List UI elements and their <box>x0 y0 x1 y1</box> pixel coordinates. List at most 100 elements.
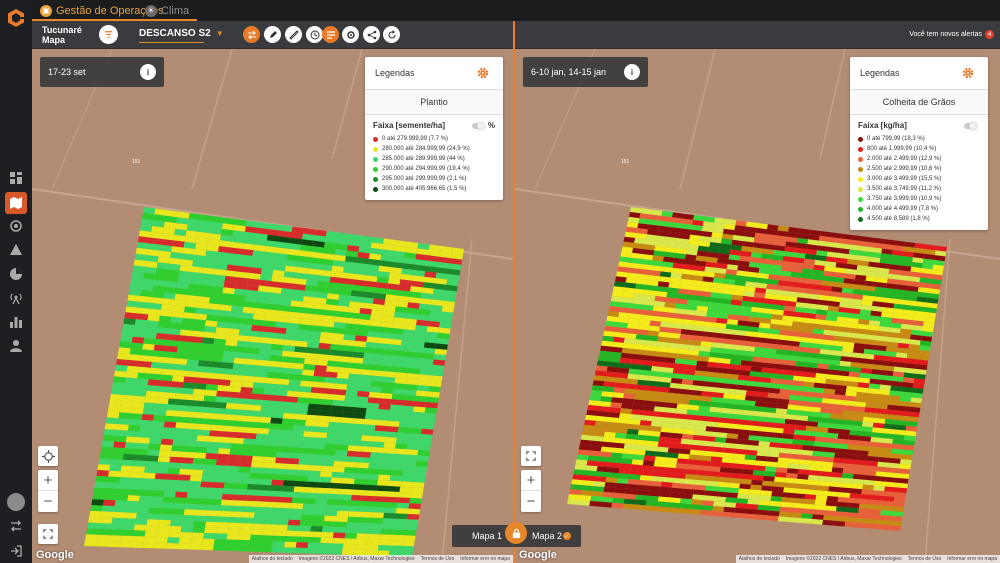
locate-button[interactable] <box>38 446 58 466</box>
warning-icon[interactable] <box>8 242 24 258</box>
percent-toggle[interactable] <box>964 121 977 130</box>
fullscreen-button[interactable] <box>38 524 58 544</box>
heatmap-cell <box>225 339 238 347</box>
heatmap-cell <box>86 528 99 535</box>
heatmap-cell <box>283 547 296 554</box>
heatmap-cell <box>125 506 138 513</box>
user-avatar[interactable] <box>7 493 25 511</box>
map2-button[interactable]: Mapa 2 <box>532 531 562 541</box>
heatmap-cell <box>596 466 609 473</box>
draw-tool-button[interactable] <box>264 26 281 43</box>
heatmap-cell <box>186 359 199 366</box>
keyboard-shortcuts-link[interactable]: Atalhos do teclado <box>736 556 783 562</box>
heatmap-cell <box>293 419 306 426</box>
zoom-out-button[interactable]: − <box>521 491 541 512</box>
map-switch: Mapa 1 Mapa 2 ✓ <box>452 522 581 547</box>
heatmap-cell <box>188 417 201 424</box>
keyboard-shortcuts-link[interactable]: Atalhos do teclado <box>249 556 296 562</box>
date-range-text: 17-23 set <box>48 67 86 77</box>
fullscreen-button[interactable] <box>521 446 541 466</box>
heatmap-cell <box>717 422 730 429</box>
gear-icon[interactable] <box>477 67 489 79</box>
heatmap-cell <box>168 531 181 538</box>
percent-toggle[interactable] <box>471 121 485 130</box>
swap-tool-button[interactable] <box>243 26 260 43</box>
heatmap-cell <box>270 417 283 424</box>
heatmap-cell <box>392 459 405 466</box>
history-tool-button[interactable] <box>306 26 323 43</box>
info-button[interactable]: i <box>624 64 640 80</box>
map1-button[interactable]: Mapa 1 <box>472 531 502 541</box>
settings-tool-button[interactable] <box>342 26 359 43</box>
heatmap-cell <box>581 429 594 436</box>
heatmap-cell <box>184 440 197 447</box>
switch-icon[interactable] <box>8 518 24 534</box>
heatmap-cell <box>590 440 603 447</box>
heatmap-cell <box>767 451 780 458</box>
filter-button[interactable] <box>99 25 118 44</box>
layers-tool-button[interactable] <box>322 26 339 43</box>
legend-item: 3.500 até 3.749,99 (11,2 %) <box>858 184 980 194</box>
heatmap-cell <box>243 301 256 308</box>
heatmap-cell <box>793 493 806 499</box>
terms-link[interactable]: Termos de Uso <box>418 556 458 562</box>
percent-label: % <box>487 121 495 130</box>
gear-icon[interactable] <box>962 67 974 79</box>
heatmap-cell <box>822 456 835 463</box>
lock-maps-button[interactable] <box>505 522 527 544</box>
map-panel-right[interactable]: 151 6-10 jan, 14-15 jan i Legendas Colhe… <box>515 49 1000 563</box>
heatmap-cell <box>264 451 277 458</box>
tab-climate[interactable]: ☀ Clima <box>145 3 189 18</box>
heatmap-cell <box>255 433 269 440</box>
bar-chart-icon[interactable] <box>8 314 24 330</box>
pie-chart-icon[interactable] <box>8 266 24 282</box>
heatmap-cell <box>317 482 331 489</box>
heatmap-cell <box>844 521 857 528</box>
logout-icon[interactable] <box>8 543 24 559</box>
antenna-icon[interactable] <box>8 290 24 306</box>
heatmap-cell <box>207 441 220 449</box>
info-button[interactable]: i <box>140 64 156 80</box>
user-settings-icon[interactable] <box>8 338 24 354</box>
heatmap-cell <box>823 451 835 458</box>
heatmap-cell <box>740 478 752 485</box>
heatmap-cell <box>304 352 318 360</box>
map-panel-left[interactable]: 151 17-23 set i Legendas Plantio Faixa [… <box>32 49 513 563</box>
heatmap-cell <box>777 516 790 522</box>
heatmap-cell <box>389 475 403 482</box>
measure-tool-button[interactable] <box>285 26 302 43</box>
heatmap-cell <box>764 466 777 472</box>
heatmap-cell <box>174 497 187 504</box>
heatmap-cell <box>594 476 607 483</box>
alerts-notice[interactable]: Você tem novos alertas 4 <box>909 30 994 39</box>
share-tool-button[interactable] <box>363 26 380 43</box>
dashboard-icon[interactable] <box>8 170 24 186</box>
heatmap-cell <box>344 461 358 468</box>
heatmap-cell <box>311 448 325 455</box>
heatmap-cell <box>264 518 278 525</box>
map-icon[interactable] <box>5 192 27 214</box>
terms-link[interactable]: Termos de Uso <box>905 556 945 562</box>
heatmap-cell <box>127 360 141 367</box>
report-error-link[interactable]: Informar erro no mapa <box>944 556 1000 562</box>
app-logo[interactable] <box>6 8 26 28</box>
zoom-out-button[interactable]: − <box>38 491 58 512</box>
heatmap-cell <box>570 484 583 491</box>
season-select[interactable]: DESCANSO S2 ▼ <box>139 28 224 39</box>
zoom-in-button[interactable]: + <box>521 470 541 491</box>
heatmap-cell <box>137 437 151 444</box>
heatmap-cell <box>398 421 412 428</box>
refresh-tool-button[interactable] <box>383 26 400 43</box>
report-error-link[interactable]: Informar erro no mapa <box>457 556 513 562</box>
heatmap-cell <box>365 479 378 486</box>
zoom-in-button[interactable]: + <box>38 470 58 491</box>
heatmap-cell <box>124 312 137 320</box>
fingerprint-icon[interactable] <box>8 218 24 234</box>
heatmap-cell <box>303 431 316 438</box>
heatmap-cell <box>656 501 669 508</box>
heatmap-cell <box>357 390 370 398</box>
heatmap-cell <box>188 347 201 355</box>
heatmap-cell <box>233 357 247 365</box>
heatmap-cell <box>162 496 175 504</box>
heatmap-cell <box>233 426 246 433</box>
